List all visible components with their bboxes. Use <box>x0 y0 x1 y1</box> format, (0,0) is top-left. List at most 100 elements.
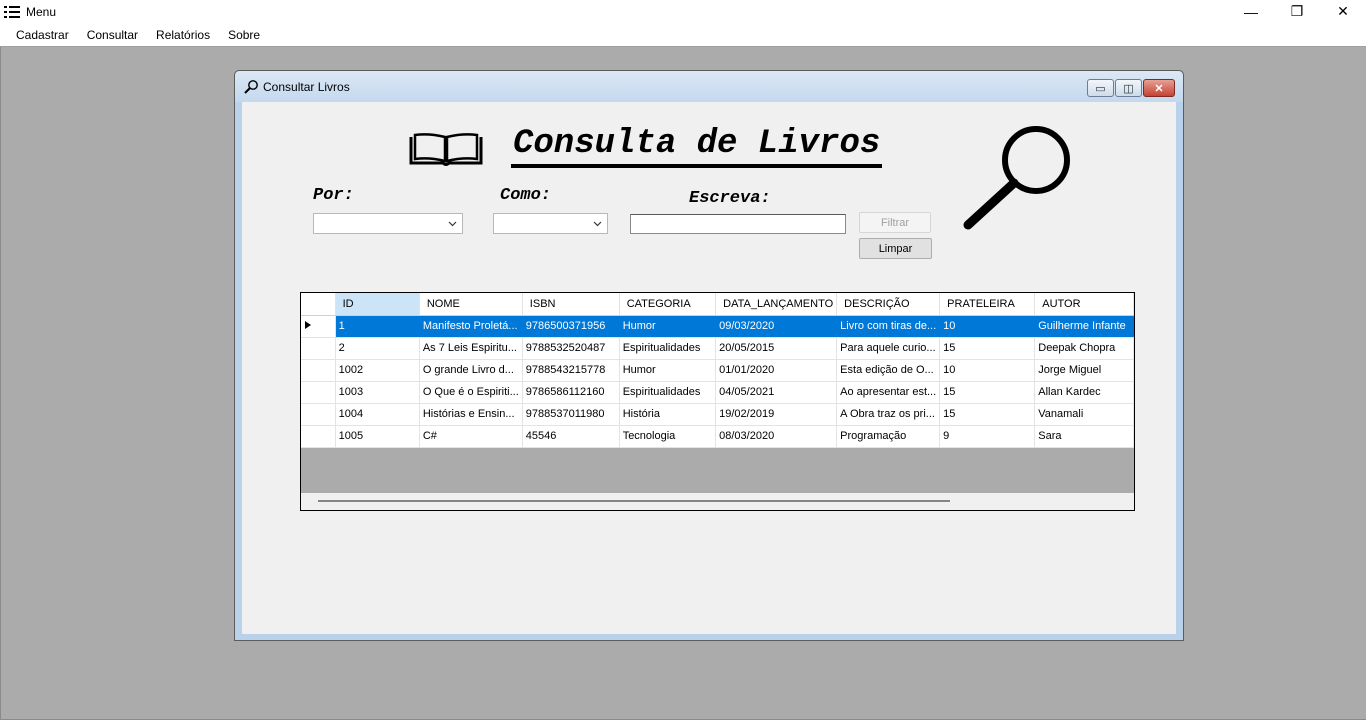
row-header-corner[interactable] <box>301 293 336 316</box>
table-cell[interactable]: 1 <box>335 315 420 338</box>
table-row[interactable]: 2 As 7 Leis Espiritu... 9788532520487 Espir… <box>301 337 1134 360</box>
column-header[interactable]: CATEGORIA <box>619 293 717 316</box>
table-row[interactable]: 1002 O grande Livro d... 9788543215778 Humo… <box>301 359 1134 382</box>
table-cell[interactable]: Livro com tiras de... <box>836 315 941 338</box>
table-cell[interactable]: Deepak Chopra <box>1034 337 1134 360</box>
table-cell[interactable]: Vanamali <box>1034 403 1134 426</box>
table-cell[interactable]: Humor <box>619 315 717 338</box>
table-cell[interactable]: 10 <box>939 359 1036 382</box>
column-header[interactable]: NOME <box>419 293 523 316</box>
restore-button[interactable]: ❐ <box>1274 0 1320 23</box>
table-cell[interactable]: 45546 <box>522 425 620 448</box>
table-cell[interactable]: 9 <box>939 425 1036 448</box>
como-label: Como: <box>500 186 552 205</box>
table-cell[interactable]: Programação <box>836 425 941 448</box>
table-row[interactable]: 1 Manifesto Proletá... 9786500371956 Humor 0… <box>301 315 1134 338</box>
close-button[interactable]: ✕ <box>1320 0 1366 23</box>
table-cell[interactable]: 09/03/2020 <box>715 315 838 338</box>
table-cell[interactable]: 01/01/2020 <box>715 359 838 382</box>
table-cell[interactable]: O Que é o Espiriti... <box>419 381 523 404</box>
table-cell[interactable]: 9788543215778 <box>522 359 620 382</box>
table-cell[interactable]: 2 <box>335 337 420 360</box>
row-header[interactable] <box>301 425 336 448</box>
window-controls: — ❐ ✕ <box>1228 0 1366 23</box>
menu-relatorios[interactable]: Relatórios <box>147 28 219 42</box>
table-row[interactable]: 1004 Histórias e Ensin... 9788537011980 His… <box>301 403 1134 426</box>
form-client-area: Consulta de Livros Por: Como: Escreva: F… <box>242 102 1176 634</box>
table-cell[interactable]: 9786586112160 <box>522 381 620 404</box>
table-cell[interactable]: O grande Livro d... <box>419 359 523 382</box>
horizontal-scrollbar[interactable] <box>301 493 1134 510</box>
table-cell[interactable]: 15 <box>939 381 1036 404</box>
table-cell[interactable]: C# <box>419 425 523 448</box>
child-titlebar[interactable]: Consultar Livros ▭ ◫ ✕ <box>235 71 1183 102</box>
menu-consultar[interactable]: Consultar <box>78 28 147 42</box>
table-cell[interactable]: 9788537011980 <box>522 403 620 426</box>
column-header[interactable]: PRATELEIRA <box>939 293 1036 316</box>
scrollbar-thumb[interactable] <box>318 500 950 502</box>
row-header[interactable] <box>301 381 336 404</box>
table-cell[interactable]: Esta edição de O... <box>836 359 941 382</box>
table-cell[interactable]: A Obra traz os pri... <box>836 403 941 426</box>
table-cell[interactable]: Histórias e Ensin... <box>419 403 523 426</box>
table-cell[interactable]: Tecnologia <box>619 425 717 448</box>
table-cell[interactable]: 15 <box>939 337 1036 360</box>
child-minimize-button[interactable]: ▭ <box>1087 79 1114 97</box>
table-cell[interactable]: 9788532520487 <box>522 337 620 360</box>
escreva-input[interactable] <box>630 214 846 234</box>
table-cell[interactable]: Ao apresentar est... <box>836 381 941 404</box>
table-cell[interactable]: 1005 <box>335 425 420 448</box>
table-cell[interactable]: 1003 <box>335 381 420 404</box>
column-header[interactable]: ID <box>335 293 420 316</box>
table-row[interactable]: 1005 C# 45546 Tecnologia 08/03/2020 Programaç… <box>301 425 1134 448</box>
table-cell[interactable]: Espiritualidades <box>619 337 717 360</box>
table-body: 1 Manifesto Proletá... 9786500371956 Humor 0… <box>301 315 1134 448</box>
table-cell[interactable]: 9786500371956 <box>522 315 620 338</box>
table-cell[interactable]: 1002 <box>335 359 420 382</box>
menu-cadastrar[interactable]: Cadastrar <box>7 28 78 42</box>
row-header[interactable] <box>301 403 336 426</box>
menu-list-icon <box>4 4 20 20</box>
table-cell[interactable]: Allan Kardec <box>1034 381 1134 404</box>
column-header[interactable]: DATA_LANÇAMENTO <box>715 293 838 316</box>
child-maximize-button[interactable]: ◫ <box>1115 79 1142 97</box>
por-label: Por: <box>313 186 354 205</box>
table-cell[interactable]: 10 <box>939 315 1036 338</box>
table-cell[interactable]: 15 <box>939 403 1036 426</box>
table-cell[interactable]: 1004 <box>335 403 420 426</box>
table-row[interactable]: 1003 O Que é o Espiriti... 9786586112160 Es… <box>301 381 1134 404</box>
table-cell[interactable]: Guilherme Infante <box>1034 315 1134 338</box>
column-header[interactable]: ISBN <box>522 293 620 316</box>
table-cell[interactable]: 19/02/2019 <box>715 403 838 426</box>
page-title: Consulta de Livros <box>511 124 883 168</box>
table-cell[interactable]: As 7 Leis Espiritu... <box>419 337 523 360</box>
table-cell[interactable]: 08/03/2020 <box>715 425 838 448</box>
chevron-down-icon <box>448 221 457 227</box>
table-cell[interactable]: 20/05/2015 <box>715 337 838 360</box>
menu-sobre[interactable]: Sobre <box>219 28 269 42</box>
table-cell[interactable]: Humor <box>619 359 717 382</box>
child-window-title: Consultar Livros <box>263 79 350 94</box>
por-dropdown[interactable] <box>313 213 463 234</box>
row-header[interactable] <box>301 359 336 382</box>
magnifying-glass-icon <box>963 126 1070 230</box>
row-header[interactable] <box>301 315 336 338</box>
minimize-button[interactable]: — <box>1228 0 1274 23</box>
filtrar-button[interactable]: Filtrar <box>859 212 931 233</box>
table-cell[interactable]: História <box>619 403 717 426</box>
column-header[interactable]: DESCRIÇÃO <box>836 293 941 316</box>
table-cell[interactable]: 04/05/2021 <box>715 381 838 404</box>
table-cell[interactable]: Jorge Miguel <box>1034 359 1134 382</box>
limpar-button[interactable]: Limpar <box>859 238 932 259</box>
column-header[interactable]: AUTOR <box>1034 293 1134 316</box>
child-close-button[interactable]: ✕ <box>1143 79 1175 97</box>
table-cell[interactable]: Espiritualidades <box>619 381 717 404</box>
table-cell[interactable]: Sara <box>1034 425 1134 448</box>
row-header[interactable] <box>301 337 336 360</box>
table-cell[interactable]: Para aquele curio... <box>836 337 941 360</box>
books-data-grid[interactable]: ID NOME ISBN CATEGORIA DATA_LANÇAMENTO DESCRI… <box>300 292 1135 511</box>
como-dropdown[interactable] <box>493 213 608 234</box>
menu-bar: Cadastrar Consultar Relatórios Sobre <box>0 23 1366 47</box>
table-header-row: ID NOME ISBN CATEGORIA DATA_LANÇAMENTO DESCRI… <box>301 293 1134 316</box>
table-cell[interactable]: Manifesto Proletá... <box>419 315 523 338</box>
